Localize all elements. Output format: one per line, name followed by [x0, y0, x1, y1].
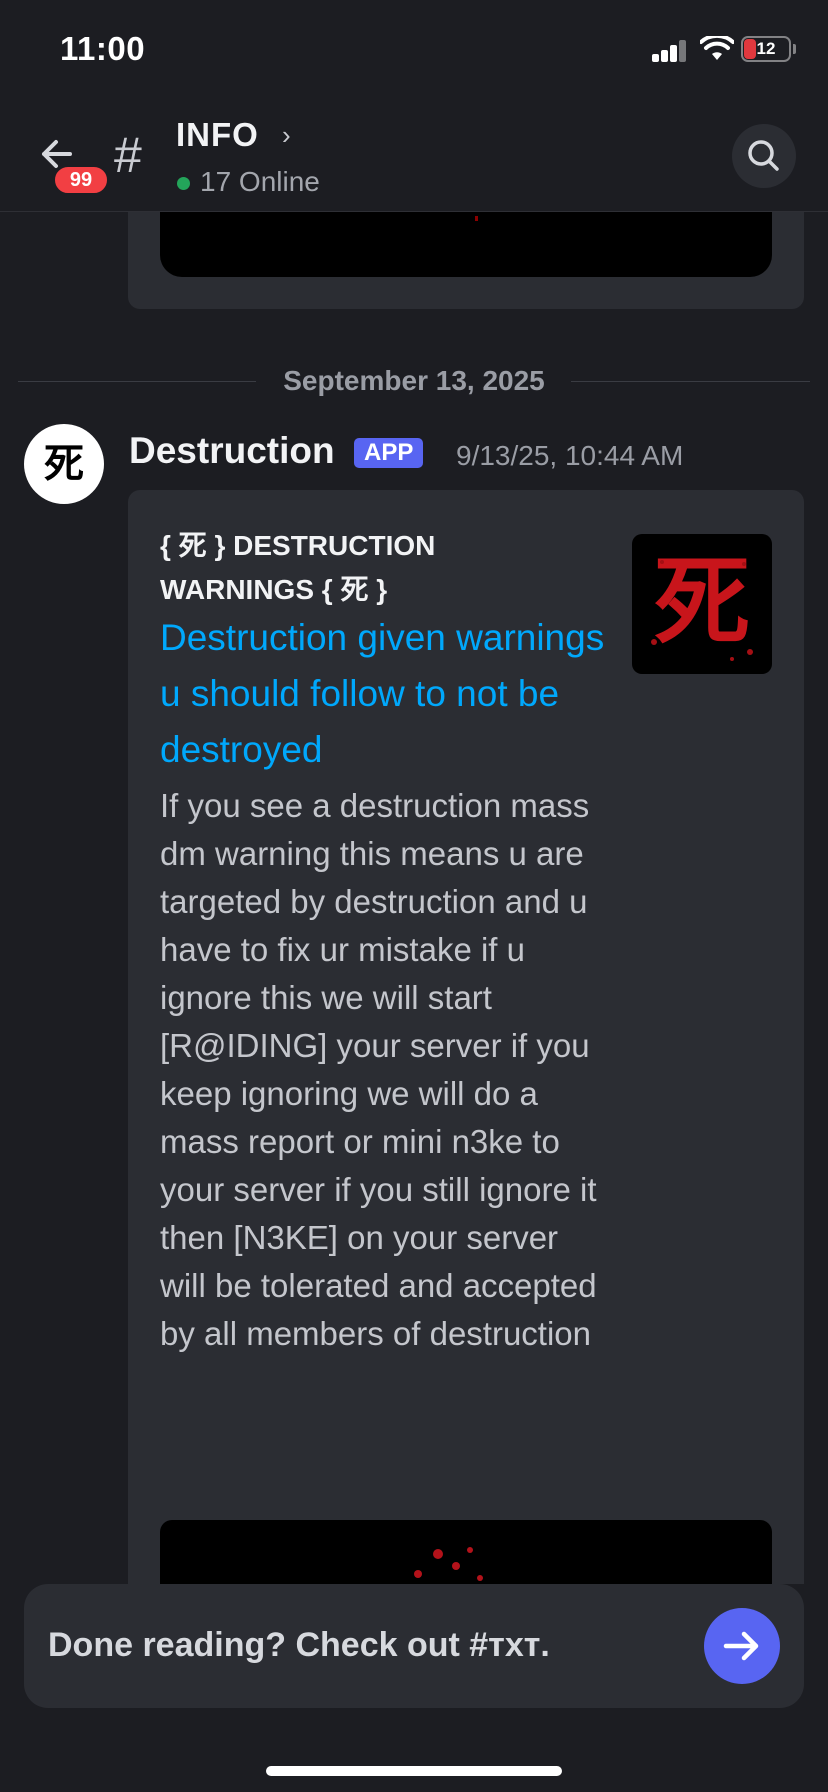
embed-title[interactable]: Destruction given warnings u should foll…: [160, 610, 620, 778]
go-to-channel-button[interactable]: [704, 1608, 780, 1684]
message-embed: { 死 } DESTRUCTION WARNINGS { 死 } Destruc…: [128, 490, 804, 1584]
online-count: 17 Online: [200, 166, 320, 197]
embed-thumbnail[interactable]: 死: [632, 534, 772, 674]
status-time: 11:00: [60, 30, 146, 67]
blood-splatter-icon: [651, 560, 753, 661]
channel-header: 99 # INFO › 17 Online: [0, 100, 828, 212]
channel-name[interactable]: INFO: [176, 116, 259, 154]
previous-embed-image[interactable]: [160, 212, 772, 277]
battery-level: 12: [756, 39, 776, 58]
message-timestamp: 9/13/25, 10:44 AM: [456, 440, 684, 471]
status-bar: 11:00 12: [0, 0, 828, 100]
online-status-dot: [177, 177, 190, 190]
avatar[interactable]: 死: [24, 424, 104, 504]
blood-splatter-image: [414, 1547, 483, 1581]
battery-cap: [793, 44, 796, 54]
arrow-right-icon: [723, 1631, 759, 1661]
channel-hash-icon: #: [114, 127, 142, 183]
done-reading-text: Done reading? Check out #ᴛxᴛ.: [48, 1626, 550, 1664]
cellular-signal-icon: [652, 38, 688, 62]
date-divider: September 13, 2025: [18, 367, 810, 395]
message-list[interactable]: September 13, 2025 死 Destruction APP 9/1…: [0, 212, 828, 1584]
embed-description: If you see a destruction mass dm warning…: [160, 787, 597, 1352]
home-indicator[interactable]: [266, 1766, 562, 1776]
message-author[interactable]: Destruction: [129, 430, 335, 472]
unread-badge: 99: [52, 164, 110, 196]
battery-icon: 12: [741, 36, 791, 62]
app-tag: APP: [354, 438, 424, 468]
wifi-icon: [700, 36, 734, 60]
embed-image[interactable]: [160, 1520, 772, 1584]
search-button[interactable]: [732, 124, 796, 188]
chevron-right-icon[interactable]: ›: [282, 120, 291, 151]
done-reading-prompt[interactable]: Done reading? Check out #ᴛxᴛ.: [24, 1584, 804, 1708]
embed-author: { 死 } DESTRUCTION WARNINGS { 死 }: [160, 530, 436, 605]
search-icon: [748, 140, 779, 171]
